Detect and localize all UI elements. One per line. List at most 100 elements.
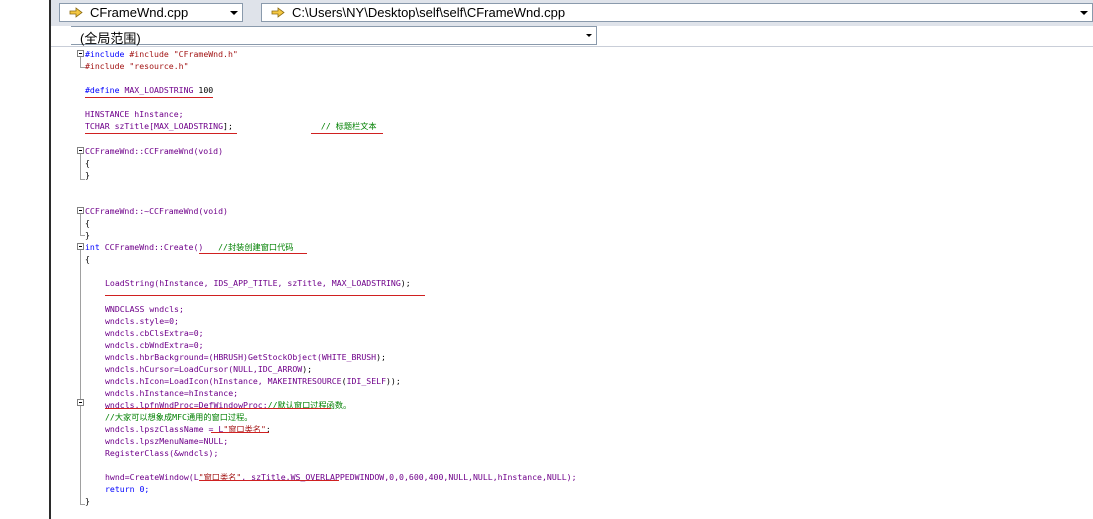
code-line: #include #include "CFrameWnd.h" (85, 48, 238, 60)
code-macro: WHITE_BRUSH (321, 352, 377, 362)
code-text: , szTitle, (277, 278, 332, 288)
code-line: HINSTANCE hInstance; (85, 108, 184, 120)
code-line: wndcls.cbClsExtra=0; (105, 327, 204, 339)
fold-toggle-icon[interactable] (77, 50, 84, 57)
code-text: { (85, 254, 90, 264)
code-line: } (85, 229, 90, 241)
code-text: )); (386, 376, 401, 386)
code-line: wndcls.hbrBackground=(HBRUSH)GetStockObj… (105, 351, 386, 363)
error-underline (255, 480, 295, 481)
code-directive: #include (85, 49, 125, 59)
code-line: #include "resource.h" (85, 60, 189, 72)
code-string: #include "resource.h" (85, 61, 189, 71)
code-text: CCFrameWnd::~CCFrameWnd(void) (85, 206, 228, 216)
code-comment: //大家可以想象成MFC通用的窗口过程。 (105, 412, 253, 422)
fold-toggle-icon[interactable] (77, 207, 84, 214)
code-line: CCFrameWnd::CCFrameWnd(void) (85, 145, 223, 157)
code-macro: IDS_APP_TITLE (213, 278, 278, 288)
fold-toggle-icon[interactable] (77, 147, 84, 154)
code-text: { (85, 158, 90, 168)
error-underline (105, 408, 331, 409)
error-underline (85, 133, 237, 134)
code-line: int CCFrameWnd::Create() //封装创建窗口代码 (85, 241, 293, 253)
code-text: } (85, 230, 90, 240)
error-underline (199, 253, 307, 254)
error-underline (311, 133, 383, 134)
code-line: wndcls.style=0; (105, 315, 179, 327)
code-text: ); (302, 364, 313, 374)
code-line: LoadString(hInstance, IDS_APP_TITLE, szT… (105, 277, 411, 289)
code-text: } (85, 170, 90, 180)
code-text: ); (400, 278, 411, 288)
chevron-down-icon[interactable] (1076, 4, 1092, 21)
code-line: wndcls.hCursor=LoadCursor(NULL,IDC_ARROW… (105, 363, 312, 375)
code-text: wndcls.cbClsExtra=0; (105, 328, 204, 338)
code-line: CCFrameWnd::~CCFrameWnd(void) (85, 205, 228, 217)
code-macro: MAX_LOADSTRING (124, 85, 194, 95)
code-line: { (85, 253, 90, 265)
code-line: } (85, 169, 90, 181)
arrow-right-icon (69, 7, 83, 18)
code-comment: //封装创建窗口代码 (218, 242, 294, 252)
code-line: //大家可以想象成MFC通用的窗口过程。 (105, 411, 252, 423)
fold-toggle-icon[interactable] (77, 243, 84, 250)
code-text: } (85, 496, 90, 506)
code-editor[interactable]: #include #include "CFrameWnd.h" #include… (51, 47, 1093, 519)
code-text: ]; (223, 121, 233, 131)
code-line: #define MAX_LOADSTRING 100 (85, 84, 213, 96)
code-line: { (85, 217, 90, 229)
chevron-down-icon[interactable] (226, 4, 242, 21)
code-line: } (85, 495, 90, 507)
code-text: wndcls.style=0; (105, 316, 179, 326)
code-text: HINSTANCE hInstance; (85, 109, 184, 119)
code-text: wndcls.lpszClassName = L (105, 424, 224, 434)
path-combo-value: C:\Users\NY\Desktop\self\self\CFrameWnd.… (292, 5, 566, 20)
path-combo[interactable]: C:\Users\NY\Desktop\self\self\CFrameWnd.… (261, 3, 1093, 22)
code-text: ); (376, 352, 386, 362)
file-combo-value: CFrameWnd.cpp (90, 5, 189, 20)
code-macro: IDC_ARROW (257, 364, 303, 374)
code-line: wndcls.lpszClassName = L"窗口类名"; (105, 423, 271, 435)
code-line: hwnd=CreateWindow(L"窗口类名", szTitle,WS_OV… (105, 471, 577, 483)
file-combo[interactable]: CFrameWnd.cpp (59, 3, 243, 22)
fold-line (80, 154, 81, 179)
code-text: ,0,0,600,400,NULL,NULL,hInstance,NULL); (384, 472, 577, 482)
code-line: wndcls.hInstance=hInstance; (105, 387, 238, 399)
code-text: wndcls.cbWndExtra=0; (105, 340, 204, 350)
code-text: wndcls.hbrBackground=(HBRUSH)GetStockObj… (105, 352, 322, 362)
scope-bar: (全局范围) (51, 26, 1093, 47)
code-text: wndcls.hInstance=hInstance; (105, 388, 239, 398)
fold-toggle-icon[interactable] (77, 399, 84, 406)
code-text: { (85, 218, 90, 228)
code-line: RegisterClass(&wndcls); (105, 447, 218, 459)
code-macro: MAX_LOADSTRING (331, 278, 401, 288)
chevron-down-icon[interactable] (582, 27, 596, 44)
code-text: WNDCLASS wndcls; (105, 304, 184, 314)
code-line: wndcls.hIcon=LoadIcon(hInstance, MAKEINT… (105, 375, 401, 387)
error-underline (105, 295, 425, 296)
code-macro: IDI_SELF (346, 376, 386, 386)
code-macro: MAKEINTRESOURCE (267, 376, 342, 386)
navigation-bar: CFrameWnd.cpp C:\Users\NY\Desktop\self\s… (51, 0, 1093, 27)
code-text: CCFrameWnd::CCFrameWnd(void) (85, 146, 224, 156)
code-line: { (85, 157, 90, 169)
fold-line (80, 214, 81, 235)
code-text: wndcls.hCursor=LoadCursor(NULL, (105, 364, 258, 374)
code-line: wndcls.cbWndExtra=0; (105, 339, 204, 351)
code-text: wndcls.hIcon=LoadIcon(hInstance, (105, 376, 268, 386)
code-text: RegisterClass(&wndcls); (105, 448, 219, 458)
fold-line (80, 250, 81, 504)
code-string: #include "CFrameWnd.h" (129, 49, 238, 59)
fold-line (80, 57, 81, 67)
left-margin (0, 0, 51, 519)
code-text: LoadString(hInstance, (105, 278, 214, 288)
code-line: wndcls.lpszMenuName=NULL; (105, 435, 228, 447)
code-line: return 0; (105, 483, 149, 495)
code-line: WNDCLASS wndcls; (105, 303, 184, 315)
scope-combo[interactable]: (全局范围) (71, 26, 597, 46)
arrow-right-icon (271, 7, 285, 18)
code-line: TCHAR szTitle[MAX_LOADSTRING]; // 标题栏文本 (85, 120, 377, 132)
code-comment: // 标题栏文本 (320, 121, 377, 131)
code-text: CCFrameWnd::Create() (99, 242, 219, 252)
code-text: wndcls.lpszMenuName=NULL; (105, 436, 229, 446)
